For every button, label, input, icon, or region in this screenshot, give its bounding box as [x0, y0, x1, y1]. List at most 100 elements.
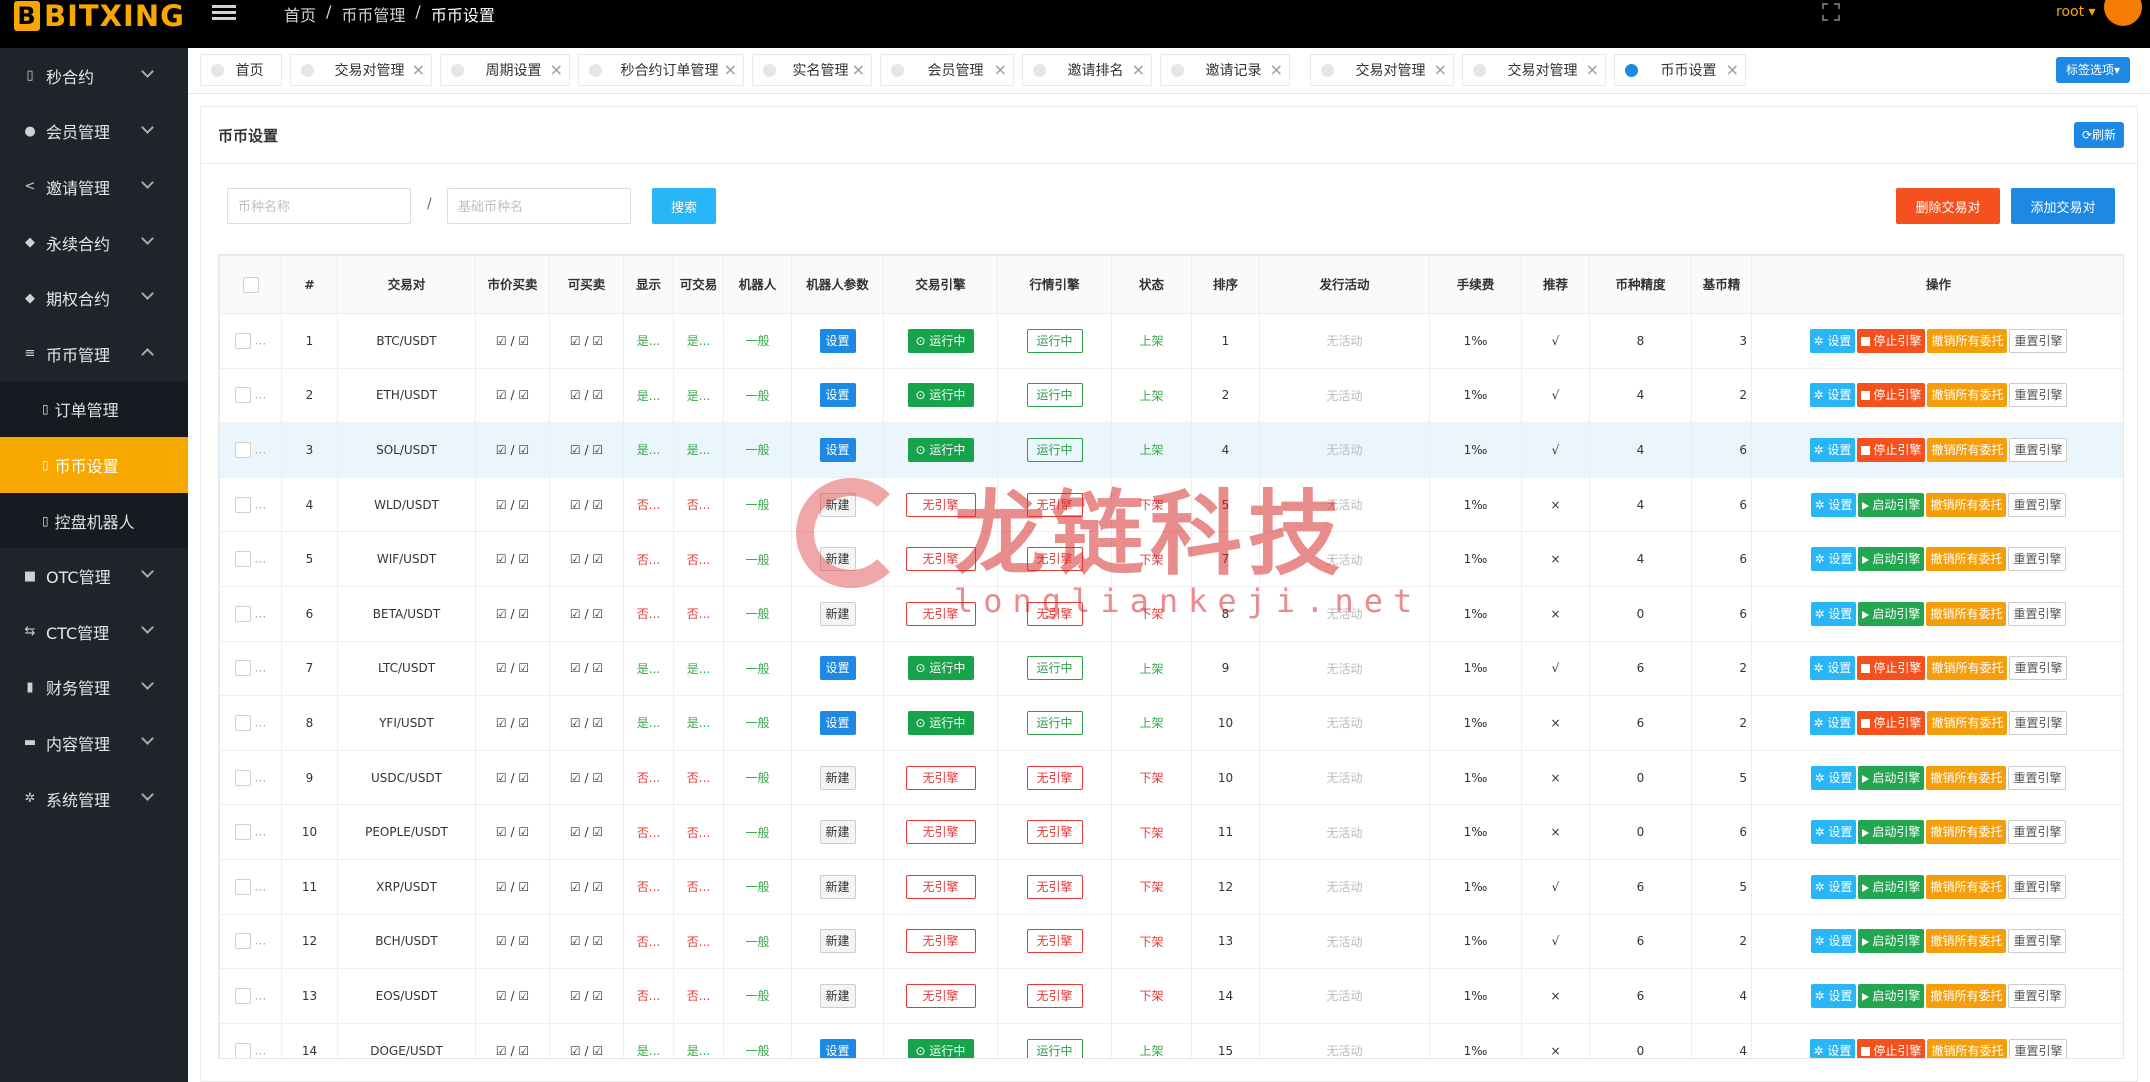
row-select-cell[interactable]: …: [219, 968, 282, 1024]
stop-engine-button[interactable]: 停止引擎: [1857, 656, 1926, 681]
tradable-toggle[interactable]: ☑ / ☑: [549, 749, 624, 806]
reset-engine-button[interactable]: 重置引擎: [2008, 601, 2067, 626]
checkbox[interactable]: [234, 551, 251, 568]
sidebar-item-options[interactable]: ◆ 期权合约: [0, 270, 188, 326]
sidebar-item-perpetual[interactable]: ◆ 永续合约: [0, 215, 188, 271]
row-select-cell[interactable]: …: [219, 695, 282, 751]
reset-engine-button[interactable]: 重置引擎: [2009, 1038, 2068, 1058]
robot-new-button[interactable]: 新建: [819, 765, 856, 790]
cancel-all-orders-button[interactable]: 撤销所有委托: [1926, 601, 2007, 626]
cancel-all-orders-button[interactable]: 撤销所有委托: [1927, 710, 2008, 735]
close-icon[interactable]: ×: [994, 60, 1007, 79]
row-select-cell[interactable]: …: [219, 585, 282, 642]
cancel-all-orders-button[interactable]: 撤销所有委托: [1926, 983, 2007, 1008]
sidebar-subitem-robot[interactable]: ▯ 控盘机器人: [0, 493, 188, 549]
row-select-cell[interactable]: …: [219, 367, 282, 424]
market-trade-toggle[interactable]: ☑ / ☑: [475, 476, 550, 533]
checkbox[interactable]: [234, 714, 251, 731]
sidebar-item-coin-management[interactable]: ≡ 币币管理: [0, 326, 188, 382]
robot-settings-button[interactable]: 设置: [819, 437, 856, 462]
close-icon[interactable]: ×: [1270, 60, 1283, 79]
checkbox[interactable]: [242, 277, 259, 294]
row-select-cell[interactable]: …: [219, 749, 282, 806]
sidebar-item-ctc[interactable]: ⇆ CTC管理: [0, 604, 188, 660]
start-engine-button[interactable]: 启动引擎: [1858, 765, 1925, 790]
row-select-cell[interactable]: …: [219, 422, 282, 478]
breadcrumb-home[interactable]: 首页: [284, 2, 316, 26]
stop-engine-button[interactable]: 停止引擎: [1857, 1038, 1926, 1058]
tab-members[interactable]: 会员管理 ×: [880, 54, 1014, 86]
checkbox[interactable]: [234, 1042, 251, 1058]
tradable-toggle[interactable]: ☑ / ☑: [549, 367, 624, 424]
tradable-toggle[interactable]: ☑ / ☑: [549, 585, 624, 642]
market-trade-toggle[interactable]: ☑ / ☑: [475, 695, 550, 751]
market-trade-toggle[interactable]: ☑ / ☑: [475, 858, 550, 915]
tradable-toggle[interactable]: ☑ / ☑: [549, 313, 624, 369]
market-trade-toggle[interactable]: ☑ / ☑: [475, 804, 550, 860]
start-engine-button[interactable]: 启动引擎: [1858, 547, 1925, 572]
checkbox[interactable]: [234, 769, 251, 786]
market-trade-toggle[interactable]: ☑ / ☑: [475, 913, 550, 970]
row-settings-button[interactable]: ✲ 设置: [1810, 601, 1857, 626]
reset-engine-button[interactable]: 重置引擎: [2009, 656, 2068, 681]
cancel-all-orders-button[interactable]: 撤销所有委托: [1926, 820, 2007, 845]
cancel-all-orders-button[interactable]: 撤销所有委托: [1926, 874, 2007, 899]
breadcrumb-coin-management[interactable]: 币币管理: [341, 2, 405, 26]
robot-new-button[interactable]: 新建: [819, 983, 856, 1008]
row-settings-button[interactable]: ✲ 设置: [1810, 983, 1857, 1008]
sidebar-item-content[interactable]: ▬ 内容管理: [0, 715, 188, 771]
row-settings-button[interactable]: ✲ 设置: [1809, 328, 1856, 353]
row-settings-button[interactable]: ✲ 设置: [1810, 765, 1857, 790]
checkbox[interactable]: [234, 332, 251, 349]
cancel-all-orders-button[interactable]: 撤销所有委托: [1927, 1038, 2008, 1058]
row-select-cell[interactable]: …: [219, 531, 282, 587]
row-settings-button[interactable]: ✲ 设置: [1809, 1038, 1856, 1058]
row-settings-button[interactable]: ✲ 设置: [1809, 656, 1856, 681]
sidebar-item-members[interactable]: ● 会员管理: [0, 104, 188, 160]
reset-engine-button[interactable]: 重置引擎: [2008, 765, 2067, 790]
market-trade-toggle[interactable]: ☑ / ☑: [475, 1022, 550, 1058]
close-icon[interactable]: ×: [412, 60, 425, 79]
tab-options-button[interactable]: 标签选项▾: [2056, 57, 2130, 83]
brand-logo[interactable]: B BITXING: [14, 0, 185, 33]
sidebar-item-finance[interactable]: ▮ 财务管理: [0, 660, 188, 716]
sidebar-subitem-orders[interactable]: ▯ 订单管理: [0, 382, 188, 438]
cancel-all-orders-button[interactable]: 撤销所有委托: [1926, 547, 2007, 572]
cancel-all-orders-button[interactable]: 撤销所有委托: [1927, 383, 2008, 408]
tradable-toggle[interactable]: ☑ / ☑: [549, 858, 624, 915]
market-trade-toggle[interactable]: ☑ / ☑: [475, 367, 550, 424]
checkbox[interactable]: [234, 933, 251, 950]
robot-new-button[interactable]: 新建: [819, 874, 856, 899]
robot-settings-button[interactable]: 设置: [819, 328, 856, 353]
cancel-all-orders-button[interactable]: 撤销所有委托: [1927, 437, 2008, 462]
row-select-cell[interactable]: …: [219, 858, 282, 915]
close-icon[interactable]: ×: [550, 60, 563, 79]
user-menu[interactable]: root ▾: [2056, 4, 2096, 20]
row-settings-button[interactable]: ✲ 设置: [1809, 383, 1856, 408]
reset-engine-button[interactable]: 重置引擎: [2008, 820, 2067, 845]
base-coin-input[interactable]: [447, 188, 631, 224]
row-settings-button[interactable]: ✲ 设置: [1810, 929, 1857, 954]
robot-new-button[interactable]: 新建: [819, 547, 856, 572]
reset-engine-button[interactable]: 重置引擎: [2008, 874, 2067, 899]
market-trade-toggle[interactable]: ☑ / ☑: [475, 313, 550, 369]
tab-pair-management-2[interactable]: 交易对管理 ×: [1310, 54, 1454, 86]
reset-engine-button[interactable]: 重置引擎: [2008, 929, 2067, 954]
reset-engine-button[interactable]: 重置引擎: [2009, 328, 2068, 353]
market-trade-toggle[interactable]: ☑ / ☑: [475, 749, 550, 806]
sidebar-subitem-coin-settings[interactable]: ▯ 币币设置: [0, 437, 188, 493]
tradable-toggle[interactable]: ☑ / ☑: [549, 476, 624, 533]
add-pair-button[interactable]: 添加交易对: [2011, 188, 2115, 224]
tradable-toggle[interactable]: ☑ / ☑: [549, 531, 624, 587]
checkbox[interactable]: [234, 605, 251, 622]
market-trade-toggle[interactable]: ☑ / ☑: [475, 640, 550, 697]
tab-period-settings[interactable]: 周期设置 ×: [440, 54, 570, 86]
checkbox[interactable]: [234, 824, 251, 841]
close-icon[interactable]: ×: [852, 60, 865, 79]
reset-engine-button[interactable]: 重置引擎: [2008, 983, 2067, 1008]
row-settings-button[interactable]: ✲ 设置: [1810, 492, 1857, 517]
select-all-header[interactable]: [219, 255, 282, 314]
market-trade-toggle[interactable]: ☑ / ☑: [475, 531, 550, 587]
search-button[interactable]: 搜索: [652, 188, 716, 224]
start-engine-button[interactable]: 启动引擎: [1858, 820, 1925, 845]
